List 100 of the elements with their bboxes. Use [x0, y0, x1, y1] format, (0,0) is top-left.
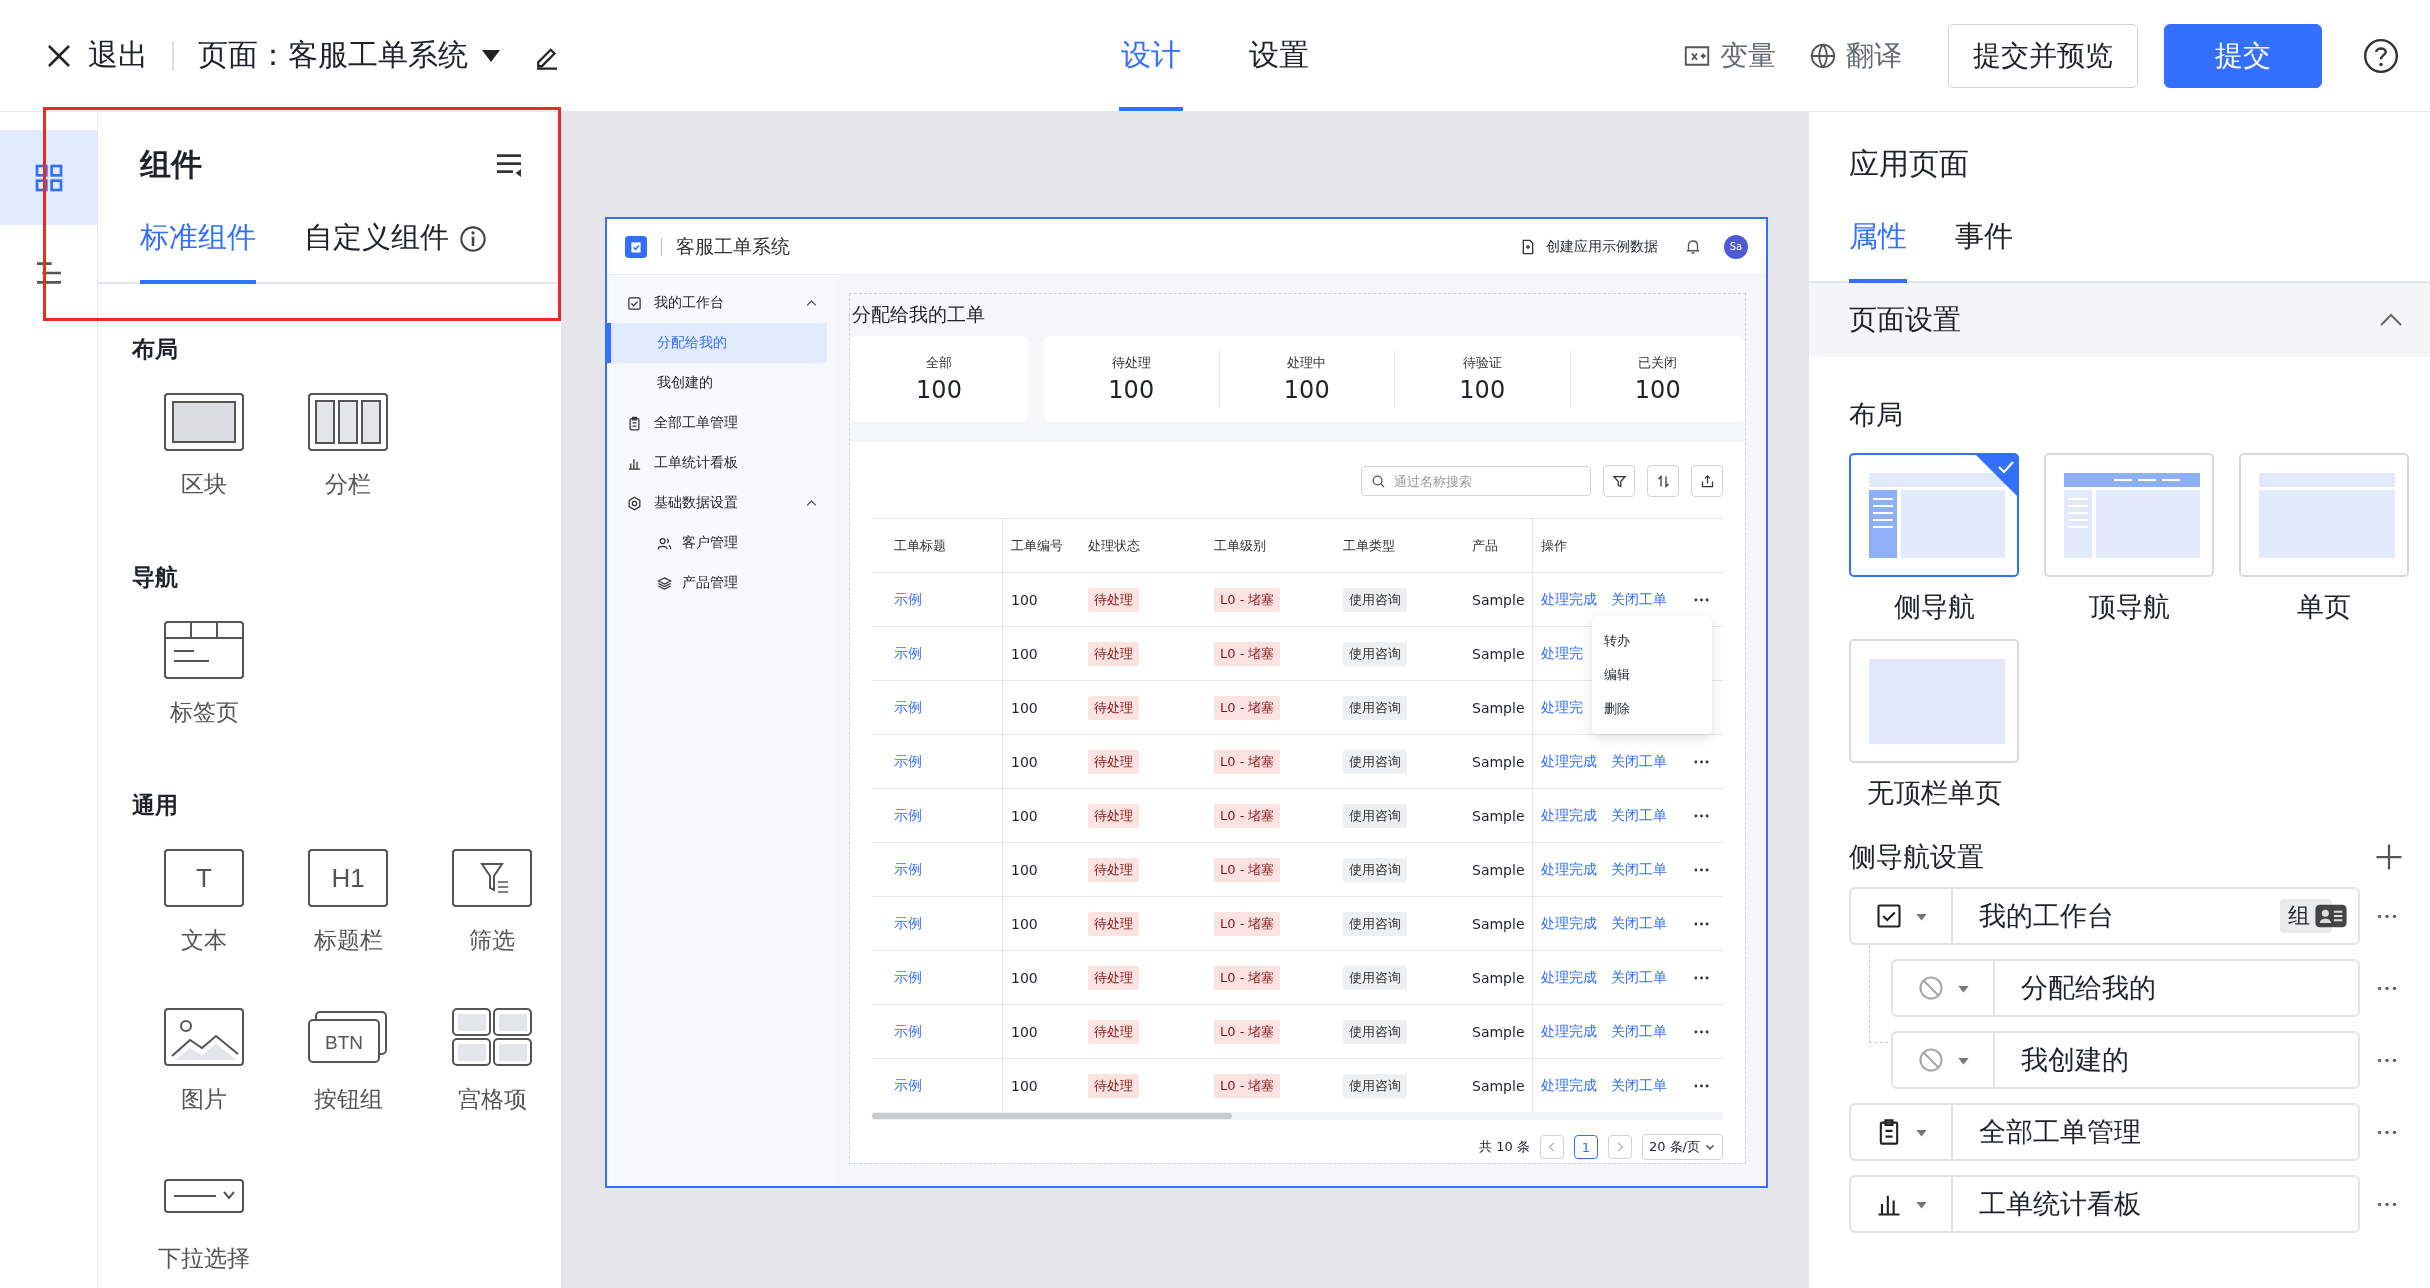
stat-card[interactable]: 全部 100: [850, 336, 1028, 422]
action-link[interactable]: 关闭工单: [1611, 968, 1667, 987]
tabs-component-icon[interactable]: [164, 621, 244, 679]
action-link[interactable]: 处理完成: [1541, 590, 1597, 609]
ticket-link[interactable]: 示例: [894, 860, 922, 879]
page-selector[interactable]: 页面：客服工单系统: [198, 35, 468, 76]
stat-item[interactable]: 处理中 100: [1218, 350, 1394, 408]
action-link[interactable]: 处理完: [1541, 698, 1583, 717]
more-icon[interactable]: [1694, 921, 1709, 926]
action-link[interactable]: 处理完成: [1541, 1022, 1597, 1041]
more-icon[interactable]: [1694, 1029, 1709, 1034]
nav-subitem[interactable]: 分配给我的: [607, 323, 827, 363]
action-link[interactable]: 关闭工单: [1611, 752, 1667, 771]
layout-label: 单页: [2297, 590, 2351, 624]
menu-item[interactable]: 转办: [1592, 624, 1712, 658]
property-tab[interactable]: 事件: [1955, 207, 2013, 283]
more-icon[interactable]: [1694, 1083, 1709, 1088]
action-link[interactable]: 关闭工单: [1611, 1022, 1667, 1041]
action-link[interactable]: 关闭工单: [1611, 860, 1667, 879]
top-tab[interactable]: 设置: [1247, 0, 1311, 111]
action-link[interactable]: 关闭工单: [1611, 1076, 1667, 1095]
add-icon[interactable]: [2374, 842, 2404, 872]
export-icon[interactable]: [1699, 473, 1715, 489]
sort-icon[interactable]: [1655, 473, 1671, 489]
nav-item[interactable]: 基础数据设置: [607, 483, 835, 523]
table-cell-text: Sample: [1472, 806, 1526, 826]
action-link[interactable]: 处理完成: [1541, 1076, 1597, 1095]
nav-subitem[interactable]: 产品管理: [607, 563, 827, 603]
page-button[interactable]: 1: [1573, 1135, 1598, 1159]
nav-subitem[interactable]: 客户管理: [607, 523, 827, 563]
ticket-link[interactable]: 示例: [894, 644, 922, 663]
action-link[interactable]: 关闭工单: [1611, 806, 1667, 825]
columns-component-icon[interactable]: [308, 393, 388, 451]
toolbar-action[interactable]: 翻译: [1846, 36, 1902, 75]
action-link[interactable]: 关闭工单: [1611, 590, 1667, 609]
components-rail-tab[interactable]: [0, 130, 97, 225]
ticket-link[interactable]: 示例: [894, 914, 922, 933]
nav-subitem[interactable]: 我创建的: [607, 363, 827, 403]
component-tab[interactable]: 标准组件: [140, 208, 256, 284]
section-header[interactable]: 页面设置: [1849, 301, 1961, 339]
sort-button[interactable]: [1647, 465, 1679, 497]
action-link[interactable]: 处理完: [1541, 644, 1583, 663]
help-icon[interactable]: [2362, 36, 2400, 75]
ticket-link[interactable]: 示例: [894, 590, 922, 609]
toolbar-action[interactable]: 变量: [1720, 36, 1776, 75]
more-icon[interactable]: [1694, 975, 1709, 980]
stat-item[interactable]: 已关闭 100: [1569, 350, 1745, 408]
create-sample-link[interactable]: 创建应用示例数据: [1546, 237, 1658, 256]
heading-component-icon[interactable]: H1: [308, 849, 388, 907]
filter-button[interactable]: [1603, 465, 1635, 497]
more-icon[interactable]: [2376, 913, 2398, 919]
filter-component-icon[interactable]: [452, 849, 532, 907]
info-icon[interactable]: [459, 225, 487, 253]
grid-component-icon[interactable]: [452, 1008, 532, 1066]
ticket-link[interactable]: 示例: [894, 806, 922, 825]
text-component-icon[interactable]: T: [164, 849, 244, 907]
filter-icon[interactable]: [1611, 473, 1627, 489]
action-link[interactable]: 处理完成: [1541, 860, 1597, 879]
ticket-link[interactable]: 示例: [894, 1022, 922, 1041]
more-icon[interactable]: [2376, 1057, 2398, 1063]
nav-item[interactable]: 工单统计看板: [607, 443, 835, 483]
menu-item[interactable]: 编辑: [1592, 658, 1712, 692]
more-icon[interactable]: [2376, 985, 2398, 991]
action-link[interactable]: 处理完成: [1541, 806, 1597, 825]
user-avatar[interactable]: Sa: [1724, 234, 1748, 259]
ticket-link[interactable]: 示例: [894, 752, 922, 771]
menu-item[interactable]: 删除: [1592, 692, 1712, 726]
document-add-icon[interactable]: [1520, 238, 1536, 255]
stat-item[interactable]: 待验证 100: [1394, 350, 1570, 408]
action-link[interactable]: 处理完成: [1541, 914, 1597, 933]
preview-button[interactable]: 提交并预览: [1948, 23, 2138, 88]
action-link[interactable]: 处理完成: [1541, 752, 1597, 771]
checkbox-icon[interactable]: [1874, 902, 1903, 930]
exit-link[interactable]: 退出: [88, 35, 148, 76]
ticket-link[interactable]: 示例: [894, 698, 922, 717]
bell-icon[interactable]: [1684, 237, 1702, 256]
type-tag: 使用咨询: [1343, 641, 1407, 666]
more-icon[interactable]: [1694, 759, 1709, 764]
component-label: 分栏: [325, 470, 371, 499]
more-icon[interactable]: [2376, 1201, 2398, 1207]
scrollbar-thumb[interactable]: [872, 1113, 1232, 1119]
block-component-icon[interactable]: [164, 393, 244, 451]
more-icon[interactable]: [2376, 1129, 2398, 1135]
layout-option[interactable]: [1849, 453, 2019, 577]
image-component-icon[interactable]: [164, 1008, 244, 1066]
ticket-link[interactable]: 示例: [894, 968, 922, 987]
submit-button[interactable]: 提交: [2164, 23, 2322, 88]
export-button[interactable]: [1691, 465, 1723, 497]
more-icon[interactable]: [1694, 813, 1709, 818]
caret-icon[interactable]: [482, 49, 500, 62]
component-tab[interactable]: 自定义组件: [304, 208, 449, 284]
nav-item[interactable]: 我的工作台: [607, 283, 835, 323]
more-icon[interactable]: [1694, 867, 1709, 872]
action-link[interactable]: 处理完成: [1541, 968, 1597, 987]
more-icon[interactable]: [1694, 597, 1709, 602]
ticket-link[interactable]: 示例: [894, 1076, 922, 1095]
search-field[interactable]: 通过名称搜索: [1361, 466, 1591, 496]
nav-item[interactable]: 全部工单管理: [607, 403, 835, 443]
action-link[interactable]: 关闭工单: [1611, 914, 1667, 933]
stat-item[interactable]: 待处理 100: [1044, 350, 1219, 408]
